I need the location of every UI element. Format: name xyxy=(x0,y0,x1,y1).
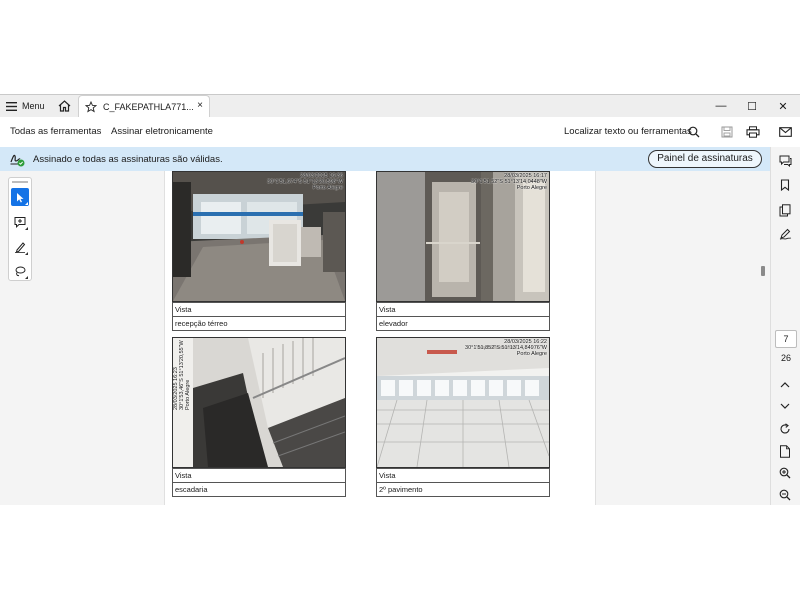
photo-stairs: 28/03/2025 16:23 30°1'53,46"S 51°13'20,55… xyxy=(172,337,346,468)
pdf-page: 28/03/2025 16:36 30°1'51,674"S 51°13'20,5… xyxy=(164,171,596,505)
save-icon[interactable] xyxy=(719,124,735,140)
highlight-tool-button[interactable] xyxy=(11,238,29,256)
bookmark-icon[interactable] xyxy=(777,177,793,193)
sign-electronically-link[interactable]: Assinar eletronicamente xyxy=(111,126,213,137)
select-tool-button[interactable] xyxy=(11,188,29,206)
chevron-up-icon[interactable] xyxy=(777,376,793,392)
photo-second-floor: 28/03/2025 16:22 30°1'51,852"S 51°13'14,8… xyxy=(376,337,550,468)
scrollbar-thumb[interactable] xyxy=(761,266,765,276)
document-area[interactable]: 28/03/2025 16:36 30°1'51,674"S 51°13'20,5… xyxy=(0,171,770,505)
star-icon[interactable] xyxy=(85,100,97,113)
photo-elevator: 28/03/2025 16:17 30°1'51,52"S 51°13'14,04… xyxy=(376,171,550,302)
photo-caption-type: Vista xyxy=(376,302,550,317)
home-button[interactable] xyxy=(58,98,72,114)
tab-close-button[interactable]: × xyxy=(197,100,203,111)
close-window-button[interactable]: ✕ xyxy=(768,95,798,117)
all-tools-link[interactable]: Todas as ferramentas xyxy=(10,126,101,137)
pdf-viewer-window: Menu C_FAKEPATHLA771... × — ☐ ✕ Todas as… xyxy=(0,94,800,505)
drag-handle[interactable] xyxy=(12,181,28,183)
right-tool-rail: 7 26 xyxy=(770,147,800,505)
signature-banner: Assinado e todas as assinaturas são váli… xyxy=(0,147,770,171)
toolbar: Todas as ferramentas Assinar eletronicam… xyxy=(0,117,800,148)
chevron-down-icon[interactable] xyxy=(777,398,793,414)
comment-tool-button[interactable] xyxy=(11,213,29,231)
quick-tools-panel xyxy=(8,177,32,281)
photo-timestamp: 28/03/2025 16:22 30°1'51,852"S 51°13'14,8… xyxy=(465,339,547,357)
cursor-icon xyxy=(17,192,24,202)
document-tab[interactable]: C_FAKEPATHLA771... × xyxy=(78,95,210,117)
page-number-input[interactable]: 7 xyxy=(775,330,797,348)
photo-caption-location: 2º pavimento xyxy=(376,482,550,497)
mail-icon[interactable] xyxy=(777,124,793,140)
pages-icon[interactable] xyxy=(777,202,793,218)
photo-caption-location: elevador xyxy=(376,316,550,331)
signature-panel-button[interactable]: Painel de assinaturas xyxy=(648,150,762,168)
refresh-icon[interactable] xyxy=(777,421,793,437)
photo-caption-location: recepção térreo xyxy=(172,316,346,331)
signature-valid-icon xyxy=(10,154,25,167)
zoom-in-icon[interactable] xyxy=(777,465,793,481)
minimize-button[interactable]: — xyxy=(706,95,736,117)
page-fit-icon[interactable] xyxy=(777,443,793,459)
photo-reception: 28/03/2025 16:36 30°1'51,674"S 51°13'20,5… xyxy=(172,171,346,302)
photo-caption-location: escadaria xyxy=(172,482,346,497)
hamburger-icon xyxy=(6,101,17,111)
print-icon[interactable] xyxy=(745,124,761,140)
menu-label: Menu xyxy=(22,101,45,111)
page-total: 26 xyxy=(780,353,791,363)
photo-timestamp: 28/03/2025 16:36 30°1'51,674"S 51°13'20,5… xyxy=(267,173,343,191)
search-icon[interactable] xyxy=(686,124,702,140)
photo-timestamp: 28/03/2025 16:17 30°1'51,52"S 51°13'14,04… xyxy=(471,173,547,191)
photo-caption-type: Vista xyxy=(376,468,550,483)
photo-timestamp: 28/03/2025 16:23 30°1'53,46"S 51°13'20,55… xyxy=(173,340,191,410)
search-text-label[interactable]: Localizar texto ou ferramentas xyxy=(564,126,692,137)
signature-status-message: Assinado e todas as assinaturas são váli… xyxy=(33,154,223,165)
photo-caption-type: Vista xyxy=(172,302,346,317)
home-icon xyxy=(58,100,71,112)
title-bar: Menu C_FAKEPATHLA771... × — ☐ ✕ xyxy=(0,95,800,117)
photo-caption-type: Vista xyxy=(172,468,346,483)
zoom-out-icon[interactable] xyxy=(777,487,793,503)
menu-button[interactable]: Menu xyxy=(6,98,45,114)
draw-tool-button[interactable] xyxy=(11,262,29,280)
maximize-button[interactable]: ☐ xyxy=(737,95,767,117)
tab-title: C_FAKEPATHLA771... xyxy=(103,101,194,112)
comments-icon[interactable] xyxy=(777,153,793,169)
sign-pen-icon[interactable] xyxy=(777,226,793,242)
